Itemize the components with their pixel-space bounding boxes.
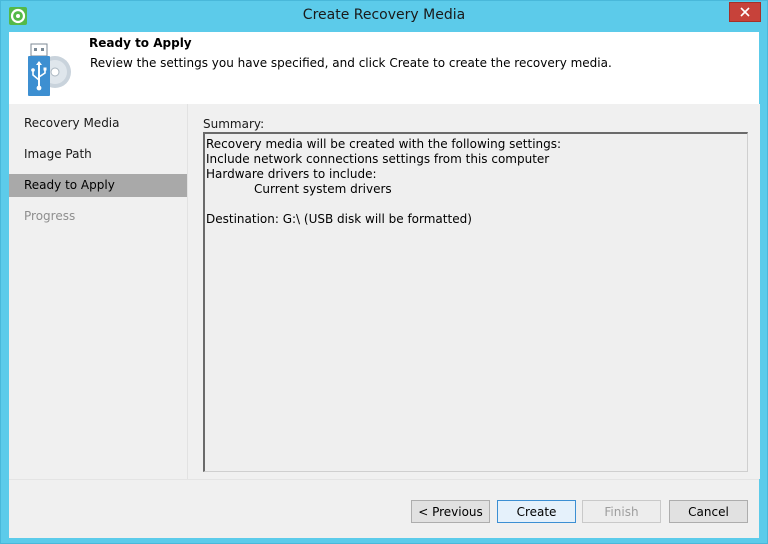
cancel-button[interactable]: Cancel bbox=[669, 500, 748, 523]
summary-line: Destination: G:\ (USB disk will be forma… bbox=[206, 212, 472, 226]
summary-textbox[interactable]: Recovery media will be created with the … bbox=[203, 132, 748, 472]
title-bar[interactable]: Create Recovery Media bbox=[1, 1, 767, 31]
step-image-path[interactable]: Image Path bbox=[9, 143, 187, 166]
summary-line: Recovery media will be created with the … bbox=[206, 137, 562, 151]
finish-button: Finish bbox=[582, 500, 661, 523]
summary-line: Include network connections settings fro… bbox=[206, 152, 550, 166]
previous-button[interactable]: < Previous bbox=[411, 500, 490, 523]
summary-label: Summary: bbox=[203, 117, 265, 131]
window-title: Create Recovery Media bbox=[302, 7, 466, 23]
close-button[interactable] bbox=[729, 2, 761, 22]
wizard-client: Ready to Apply Review the settings you h… bbox=[9, 32, 760, 538]
step-ready-to-apply[interactable]: Ready to Apply bbox=[9, 174, 187, 197]
wizard-window: Create Recovery Media Ready to Apply Rev… bbox=[0, 0, 768, 544]
wizard-header: Ready to Apply Review the settings you h… bbox=[9, 32, 759, 104]
step-progress: Progress bbox=[24, 209, 76, 223]
summary-line: Hardware drivers to include: bbox=[206, 167, 377, 181]
wizard-content: Summary: Recovery media will be created … bbox=[187, 104, 760, 479]
summary-line: Current system drivers bbox=[254, 182, 392, 196]
wizard-footer: < Previous Create Finish Cancel bbox=[9, 479, 759, 538]
close-icon bbox=[740, 7, 750, 17]
usb-recovery-media-icon bbox=[28, 43, 71, 96]
step-recovery-media[interactable]: Recovery Media bbox=[9, 112, 187, 135]
page-title: Ready to Apply bbox=[89, 36, 192, 50]
wizard-steps-nav: Recovery Media Image Path Ready to Apply… bbox=[9, 104, 187, 479]
page-description: Review the settings you have specified, … bbox=[90, 56, 612, 70]
summary-line-blank bbox=[206, 197, 747, 212]
create-button[interactable]: Create bbox=[497, 500, 576, 523]
